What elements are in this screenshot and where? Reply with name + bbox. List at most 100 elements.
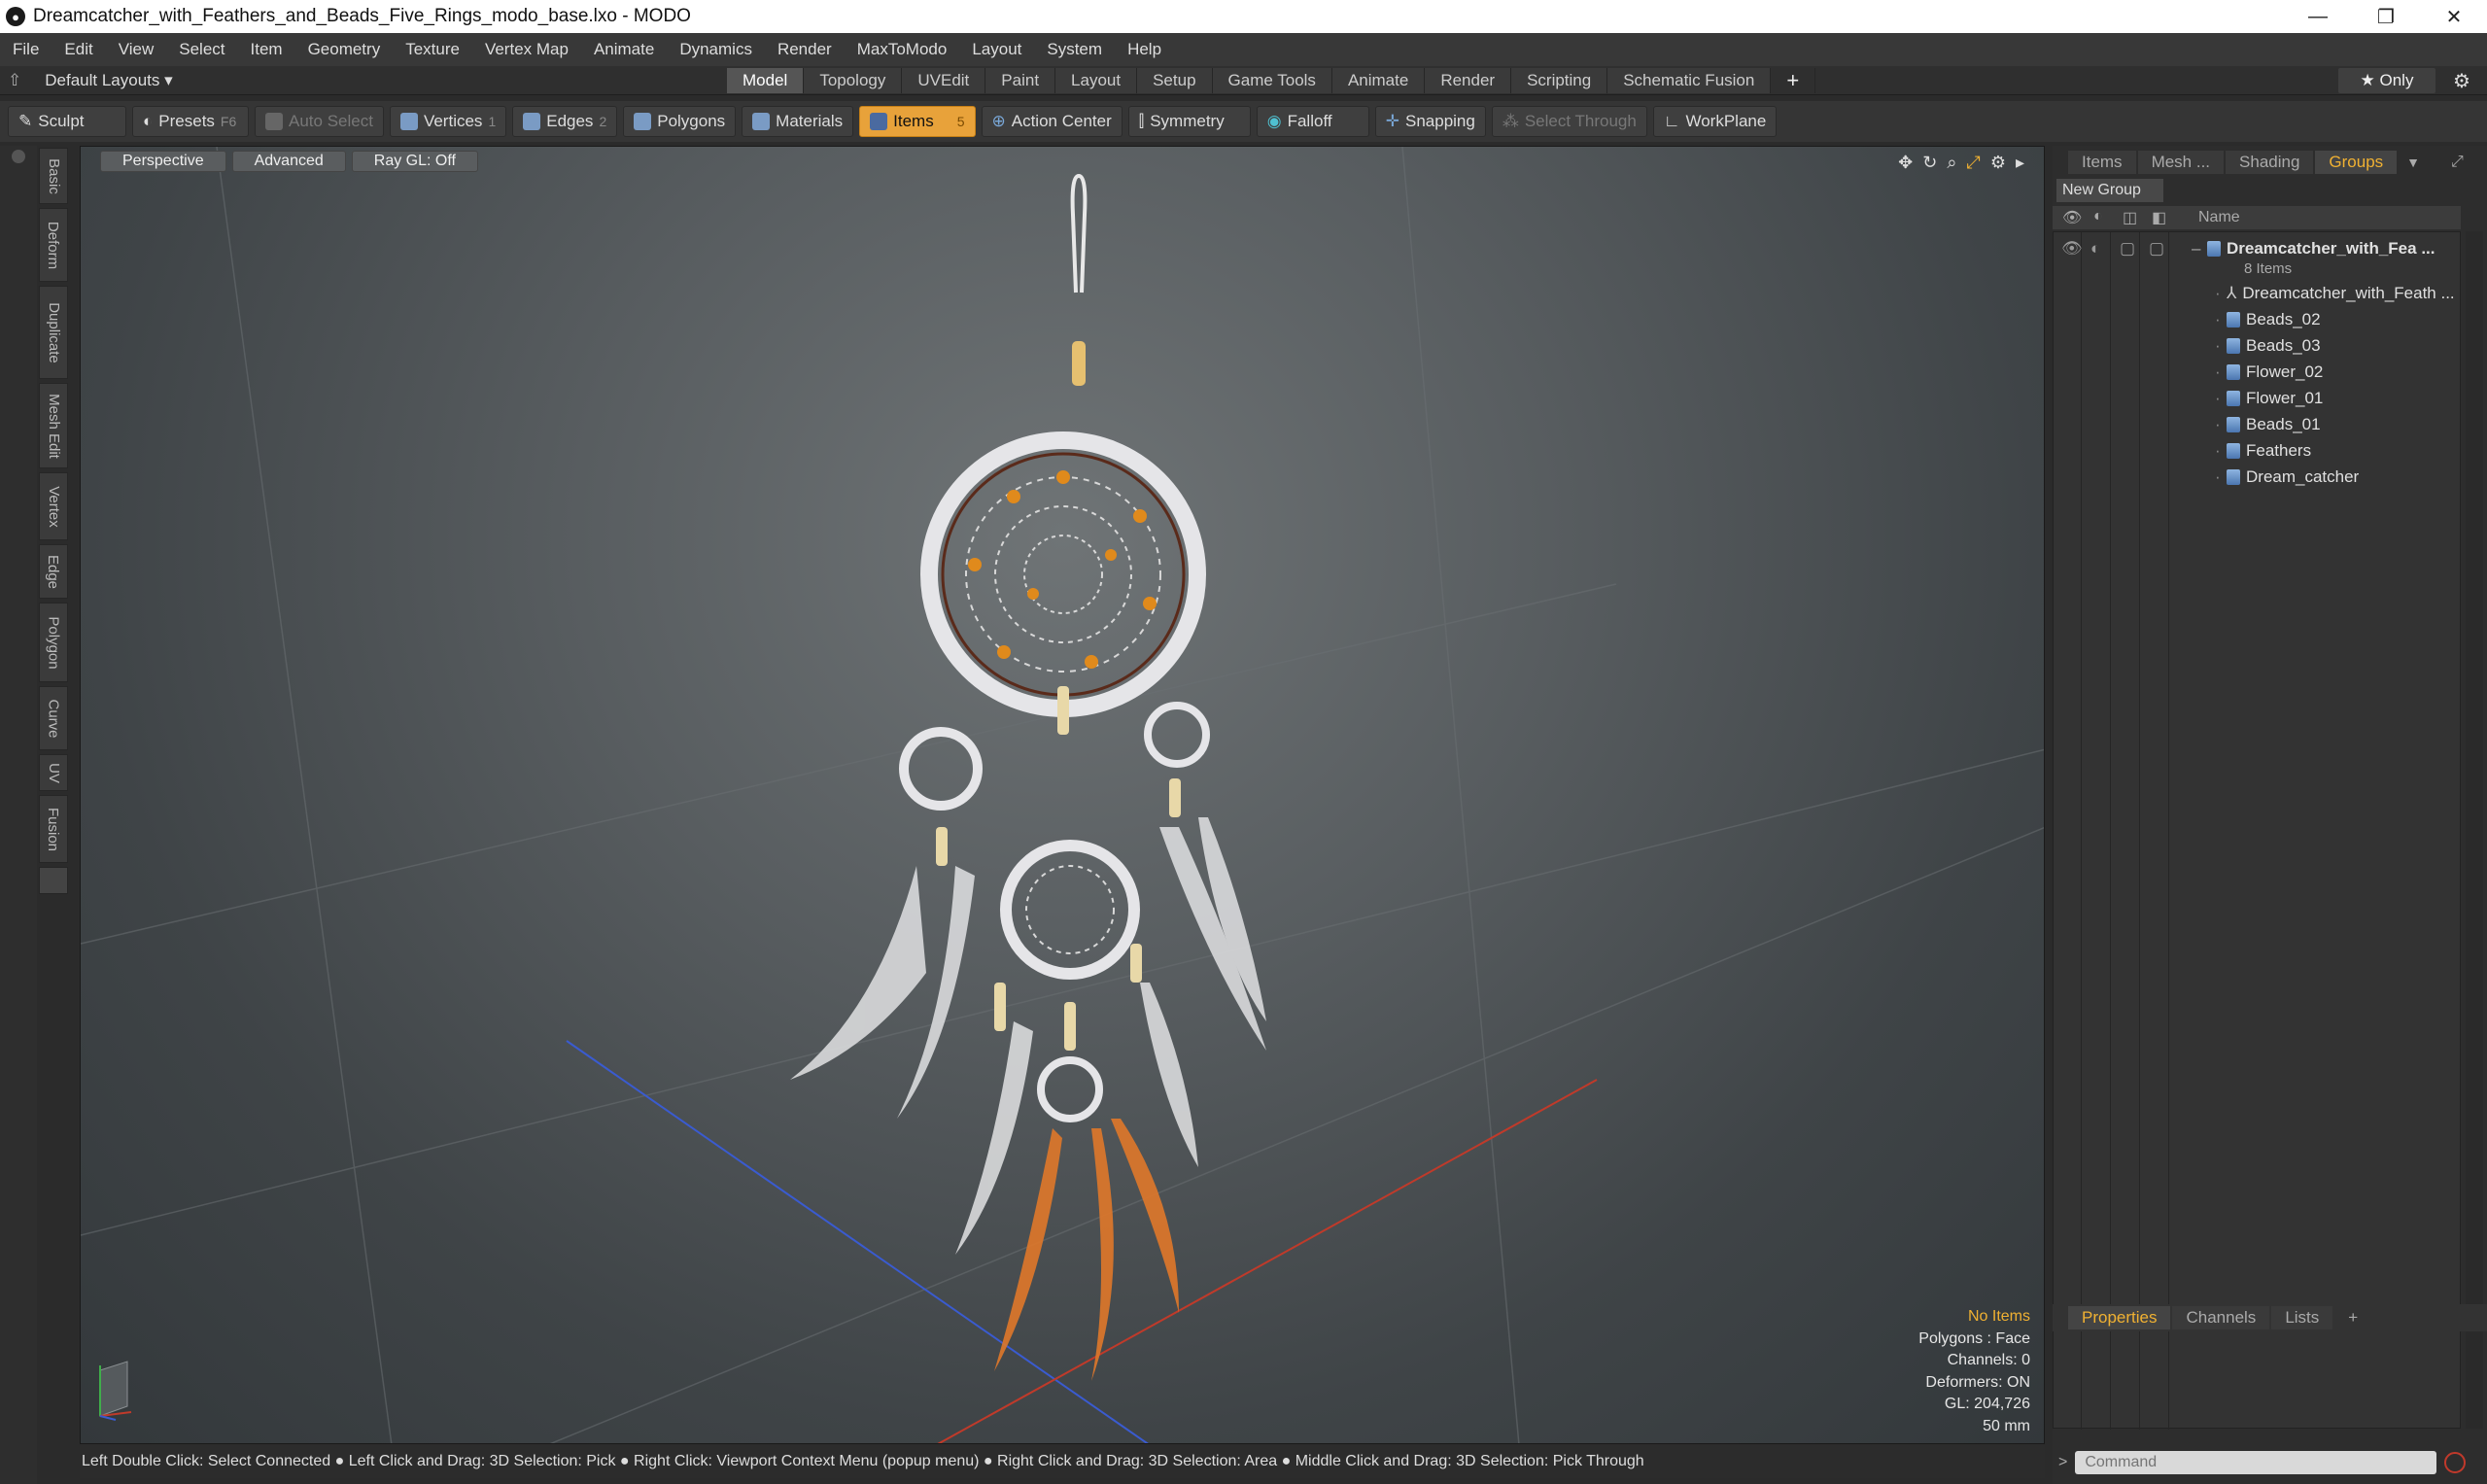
record-macro-icon[interactable] (2444, 1452, 2467, 1473)
menu-animate[interactable]: Animate (581, 40, 667, 59)
vtab-duplicate[interactable]: Duplicate (39, 286, 68, 379)
render-toggle-icon[interactable]: ◐ (2090, 239, 2120, 259)
falloff-button[interactable]: ◉ Falloff (1256, 106, 1369, 137)
pan-icon[interactable]: ✥ (1898, 153, 1913, 173)
list-item[interactable]: · Beads_02 (2054, 307, 2462, 332)
list-item[interactable]: · Flower_02 (2054, 360, 2462, 385)
tab-channels[interactable]: Channels (2172, 1306, 2270, 1329)
materials-button[interactable]: Materials (742, 106, 854, 137)
vtab-basic[interactable]: Basic (39, 148, 68, 204)
shading-mode-dropdown[interactable]: Advanced (231, 151, 346, 172)
menu-help[interactable]: Help (1115, 40, 1174, 59)
tab-model[interactable]: Model (727, 68, 805, 93)
menu-render[interactable]: Render (765, 40, 845, 59)
vtab-vertex[interactable]: Vertex (39, 472, 68, 540)
tab-shading[interactable]: Shading (2226, 151, 2314, 174)
tab-uvedit[interactable]: UVEdit (902, 68, 986, 93)
fit-icon[interactable]: ⤢ (1966, 153, 1980, 173)
menu-vertex-map[interactable]: Vertex Map (472, 40, 581, 59)
edges-button[interactable]: Edges 2 (512, 106, 618, 137)
vtab-uv[interactable]: UV (39, 754, 68, 791)
list-item[interactable]: · Flower_01 (2054, 386, 2462, 411)
vtab-curve[interactable]: Curve (39, 686, 68, 750)
snapping-button[interactable]: ✛ Snapping (1374, 106, 1486, 137)
action-center-button[interactable]: ⊕ Action Center (981, 106, 1123, 137)
sculpt-button[interactable]: ✎ Sculpt (8, 106, 126, 137)
vtab-fusion[interactable]: Fusion (39, 795, 68, 863)
menu-texture[interactable]: Texture (393, 40, 472, 59)
vtab-polygon[interactable]: Polygon (39, 603, 68, 682)
tab-groups[interactable]: Groups (2315, 151, 2398, 174)
tab-lists[interactable]: Lists (2271, 1306, 2333, 1329)
vtab-mesh-edit[interactable]: Mesh Edit (39, 383, 68, 468)
list-item[interactable]: · ⅄ Dreamcatcher_with_Feath ... (2054, 281, 2462, 306)
tab-mesh[interactable]: Mesh ... (2137, 151, 2225, 174)
tab-paint[interactable]: Paint (985, 68, 1056, 93)
tab-game-tools[interactable]: Game Tools (1212, 68, 1332, 93)
vertices-button[interactable]: Vertices 1 (389, 106, 507, 137)
close-button[interactable]: ✕ (2420, 0, 2487, 33)
menu-geometry[interactable]: Geometry (295, 40, 394, 59)
list-item[interactable]: · Feathers (2054, 438, 2462, 464)
tab-properties[interactable]: Properties (2068, 1306, 2171, 1329)
render-column-icon[interactable]: ◐ (2093, 208, 2103, 225)
visibility-column-icon[interactable]: 👁 (2062, 208, 2082, 227)
menu-dynamics[interactable]: Dynamics (667, 40, 765, 59)
new-group-button[interactable]: New Group (2056, 179, 2163, 202)
minimize-button[interactable]: — (2284, 0, 2352, 33)
restore-button[interactable]: ❐ (2352, 0, 2420, 33)
tab-setup[interactable]: Setup (1137, 68, 1213, 93)
list-item[interactable]: · Beads_03 (2054, 333, 2462, 359)
add-properties-tab-button[interactable]: + (2334, 1306, 2371, 1329)
collapse-icon[interactable]: – (2192, 239, 2207, 259)
viewport-gear-icon[interactable]: ⚙ (1990, 153, 2006, 173)
workplane-button[interactable]: ∟ WorkPlane (1652, 106, 1778, 137)
lock-toggle-icon[interactable]: ▢ (2120, 239, 2149, 259)
lock-column-icon[interactable]: ◫ (2123, 208, 2137, 227)
menu-select[interactable]: Select (166, 40, 237, 59)
menu-file[interactable]: File (0, 40, 52, 59)
tabs-dropdown-icon[interactable]: ▼ (2406, 155, 2420, 170)
tab-schematic-fusion[interactable]: Schematic Fusion (1607, 68, 1772, 93)
vtab-edge[interactable]: Edge (39, 544, 68, 599)
add-tab-button[interactable]: + (1771, 68, 1816, 93)
3d-viewport[interactable]: Perspective Advanced Ray GL: Off ✥ ↻ ⌕ ⤢… (80, 146, 2045, 1444)
vtab-deform[interactable]: Deform (39, 208, 68, 282)
auto-select-button[interactable]: Auto Select (255, 106, 384, 137)
presets-button[interactable]: ◐ Presets F6 (132, 106, 249, 137)
zoom-icon[interactable]: ⌕ (1947, 153, 1956, 173)
list-item[interactable]: · Beads_01 (2054, 412, 2462, 437)
items-button[interactable]: Items 5 (859, 106, 976, 137)
tab-topology[interactable]: Topology (804, 68, 903, 93)
tab-scripting[interactable]: Scripting (1511, 68, 1608, 93)
polygons-button[interactable]: Polygons (623, 106, 737, 137)
name-column-header[interactable]: Name (2198, 209, 2240, 226)
rotate-icon[interactable]: ↻ (1922, 153, 1937, 173)
gear-icon[interactable]: ⚙ (2447, 68, 2476, 93)
command-input[interactable] (2075, 1451, 2437, 1474)
menu-view[interactable]: View (106, 40, 167, 59)
only-button[interactable]: ★ Only (2338, 68, 2435, 93)
tab-layout[interactable]: Layout (1055, 68, 1138, 93)
list-scrollbar[interactable] (2466, 231, 2483, 1429)
panel-expand-icon[interactable]: ⤢ (2451, 154, 2464, 171)
tab-render[interactable]: Render (1425, 68, 1512, 93)
symmetry-button[interactable]: ⫿ Symmetry (1127, 106, 1251, 137)
menu-maxtomodo[interactable]: MaxToModo (845, 40, 960, 59)
menu-layout[interactable]: Layout (959, 40, 1034, 59)
group-row[interactable]: 👁 ◐ ▢ ▢ – Dreamcatcher_with_Fea ... (2054, 238, 2462, 259)
select-column-icon[interactable]: ◧ (2152, 208, 2166, 227)
tab-animate[interactable]: Animate (1331, 68, 1426, 93)
list-item[interactable]: · Dream_catcher (2054, 465, 2462, 490)
tab-items[interactable]: Items (2068, 151, 2136, 174)
menu-item[interactable]: Item (238, 40, 295, 59)
expand-arrow-icon[interactable]: ▸ (2016, 153, 2024, 173)
default-layouts-dropdown[interactable]: ⇧ Default Layouts ▾ (8, 66, 173, 95)
menu-edit[interactable]: Edit (52, 40, 105, 59)
select-toggle-icon[interactable]: ▢ (2149, 239, 2192, 259)
view-mode-dropdown[interactable]: Perspective (100, 151, 226, 172)
raygl-dropdown[interactable]: Ray GL: Off (351, 151, 478, 172)
menu-system[interactable]: System (1034, 40, 1115, 59)
select-through-button[interactable]: ⁂ Select Through (1491, 106, 1647, 137)
visibility-eye-icon[interactable]: 👁 (2061, 239, 2090, 259)
